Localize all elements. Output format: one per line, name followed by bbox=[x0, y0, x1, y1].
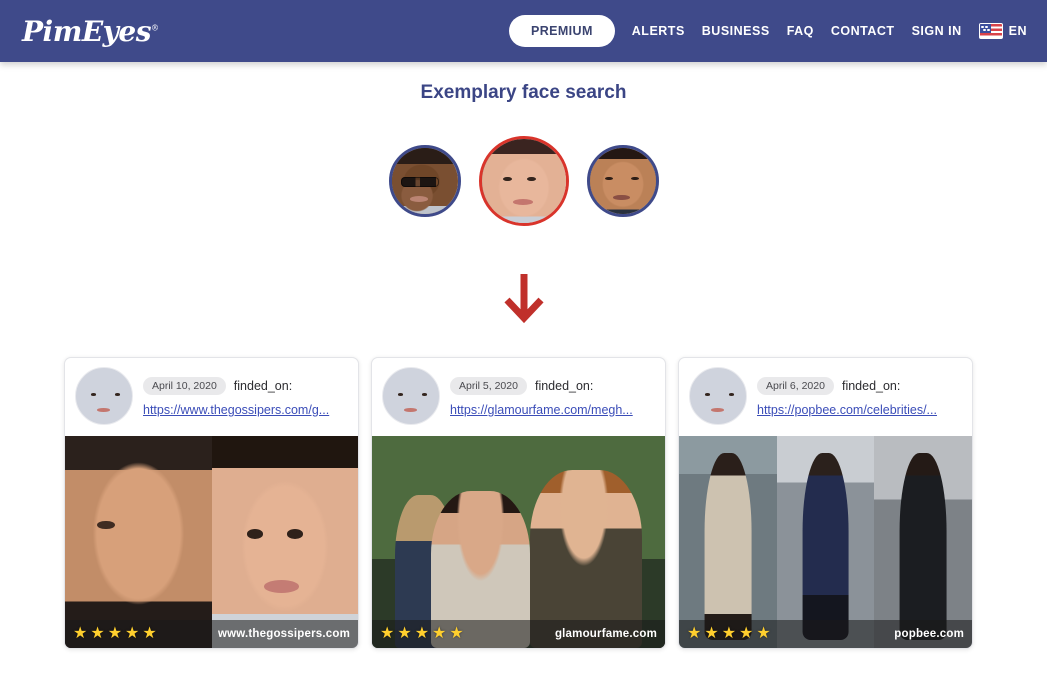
result-image[interactable]: ★ ★ ★ ★ ★ popbee.com bbox=[679, 436, 972, 648]
star-icon: ★ bbox=[721, 625, 737, 642]
site-header: PimEyes® PREMIUM ALERTS BUSINESS FAQ CON… bbox=[0, 0, 1047, 62]
language-label: EN bbox=[1008, 24, 1027, 38]
result-date-badge: April 6, 2020 bbox=[757, 377, 834, 395]
nav-item-contact[interactable]: CONTACT bbox=[831, 24, 895, 38]
result-overlay-bar: ★ ★ ★ ★ ★ glamourfame.com bbox=[372, 620, 665, 648]
face-thumbnail-icon bbox=[391, 148, 458, 214]
face-thumbnail-icon bbox=[481, 139, 566, 223]
result-domain: popbee.com bbox=[894, 628, 964, 640]
rating-stars: ★ ★ ★ ★ ★ bbox=[380, 626, 464, 642]
result-card[interactable]: April 10, 2020 finded_on: https://www.th… bbox=[64, 357, 359, 649]
result-image[interactable]: ★ ★ ★ ★ ★ glamourfame.com bbox=[372, 436, 665, 648]
found-on-label: finded_on: bbox=[534, 379, 594, 393]
result-photo bbox=[65, 436, 358, 648]
results-grid: April 10, 2020 finded_on: https://www.th… bbox=[64, 357, 984, 649]
result-date-badge: April 5, 2020 bbox=[450, 377, 527, 395]
found-on-label: finded_on: bbox=[841, 379, 901, 393]
result-overlay-bar: ★ ★ ★ ★ ★ popbee.com bbox=[679, 620, 972, 648]
premium-button[interactable]: PREMIUM bbox=[508, 15, 615, 47]
result-overlay-bar: ★ ★ ★ ★ ★ www.thegossipers.com bbox=[65, 620, 358, 648]
star-icon: ★ bbox=[687, 625, 702, 642]
nav-item-sign-in[interactable]: SIGN IN bbox=[912, 24, 962, 38]
result-face-thumbnail bbox=[75, 367, 133, 425]
result-face-thumbnail bbox=[689, 367, 747, 425]
star-icon: ★ bbox=[380, 625, 395, 642]
star-icon: ★ bbox=[90, 625, 105, 642]
result-url-link[interactable]: https://www.thegossipers.com/g... bbox=[143, 403, 348, 417]
star-icon: ★ bbox=[125, 625, 140, 642]
registered-mark-icon: ® bbox=[151, 23, 159, 33]
face-thumbnail-icon bbox=[589, 148, 656, 214]
found-on-label: finded_on: bbox=[233, 379, 293, 393]
result-url-link[interactable]: https://glamourfame.com/megh... bbox=[450, 403, 655, 417]
result-card[interactable]: April 6, 2020 finded_on: https://popbee.… bbox=[678, 357, 973, 649]
star-icon: ★ bbox=[73, 625, 88, 642]
result-date-badge: April 10, 2020 bbox=[143, 377, 226, 395]
result-card-header: April 5, 2020 finded_on: https://glamour… bbox=[372, 358, 665, 436]
pimeyes-logo[interactable]: PimEyes® bbox=[22, 15, 159, 48]
down-arrow-container bbox=[0, 272, 1047, 328]
result-face-thumbnail bbox=[382, 367, 440, 425]
result-domain: glamourfame.com bbox=[554, 628, 657, 640]
star-icon: ★ bbox=[397, 625, 412, 642]
result-photo bbox=[372, 436, 665, 648]
arrow-down-icon bbox=[503, 274, 544, 324]
avatar-right[interactable] bbox=[586, 145, 659, 217]
result-domain: www.thegossipers.com bbox=[217, 628, 350, 640]
rating-stars: ★ ★ ★ ★ ★ bbox=[73, 626, 157, 642]
star-icon: ★ bbox=[142, 625, 157, 642]
result-url-link[interactable]: https://popbee.com/celebrities/... bbox=[757, 403, 962, 417]
us-flag-icon bbox=[978, 23, 1003, 39]
page-title: Exemplary face search bbox=[420, 82, 627, 103]
nav-item-alerts[interactable]: ALERTS bbox=[632, 24, 685, 38]
star-icon: ★ bbox=[704, 625, 719, 642]
result-card[interactable]: April 5, 2020 finded_on: https://glamour… bbox=[371, 357, 666, 649]
result-photo bbox=[679, 436, 972, 648]
result-card-header: April 6, 2020 finded_on: https://popbee.… bbox=[679, 358, 972, 436]
star-icon: ★ bbox=[414, 625, 430, 642]
star-icon: ★ bbox=[432, 625, 447, 642]
result-image[interactable]: ★ ★ ★ ★ ★ www.thegossipers.com bbox=[65, 436, 358, 648]
result-card-header: April 10, 2020 finded_on: https://www.th… bbox=[65, 358, 358, 436]
star-icon: ★ bbox=[449, 625, 464, 642]
rating-stars: ★ ★ ★ ★ ★ bbox=[687, 626, 771, 642]
main-navigation: PREMIUM ALERTS BUSINESS FAQ CONTACT SIGN… bbox=[508, 15, 1027, 47]
language-selector[interactable]: EN bbox=[978, 23, 1027, 39]
star-icon: ★ bbox=[739, 625, 754, 642]
avatar-center-selected[interactable] bbox=[478, 136, 569, 226]
nav-item-business[interactable]: BUSINESS bbox=[702, 24, 770, 38]
nav-item-faq[interactable]: FAQ bbox=[787, 24, 814, 38]
logo-text: PimEyes bbox=[22, 14, 152, 48]
example-faces-row bbox=[0, 136, 1047, 226]
star-icon: ★ bbox=[756, 625, 771, 642]
avatar-left[interactable] bbox=[388, 145, 461, 217]
star-icon: ★ bbox=[107, 625, 123, 642]
